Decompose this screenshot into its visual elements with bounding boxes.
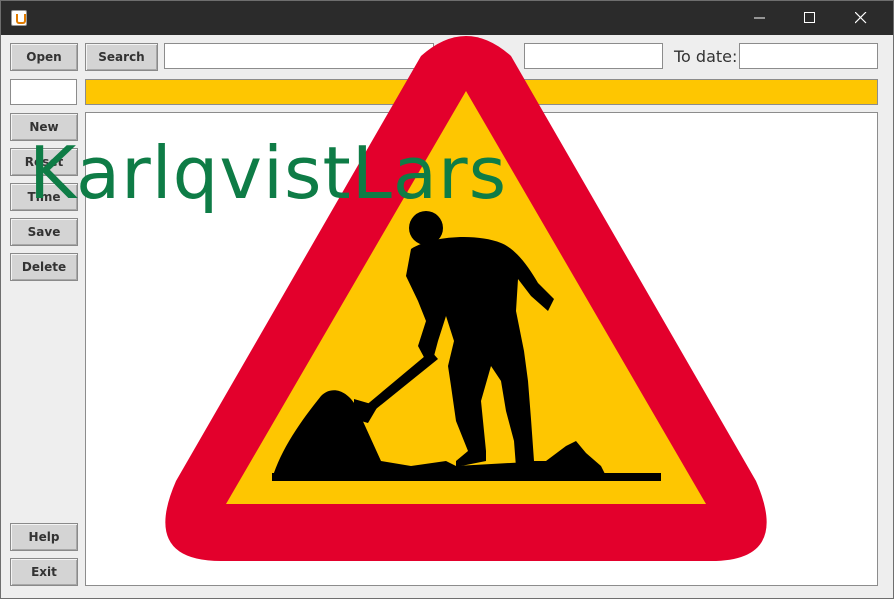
- help-button[interactable]: Help: [10, 523, 78, 551]
- delete-button[interactable]: Delete: [10, 253, 78, 281]
- id-input[interactable]: [10, 79, 77, 105]
- close-button[interactable]: [838, 1, 884, 35]
- search-button[interactable]: Search: [85, 43, 158, 71]
- exit-button[interactable]: Exit: [10, 558, 78, 586]
- java-app-icon: [11, 10, 27, 26]
- app-window: Open Search To date: New Reset Time Save…: [0, 0, 894, 599]
- open-button[interactable]: Open: [10, 43, 78, 71]
- save-button[interactable]: Save: [10, 218, 78, 246]
- maximize-button[interactable]: [787, 1, 833, 35]
- maximize-icon: [804, 12, 815, 23]
- road-work-warning-sign-icon: [165, 36, 767, 561]
- watermark-text: KarlqvistLars: [29, 131, 508, 215]
- close-icon: [855, 12, 867, 24]
